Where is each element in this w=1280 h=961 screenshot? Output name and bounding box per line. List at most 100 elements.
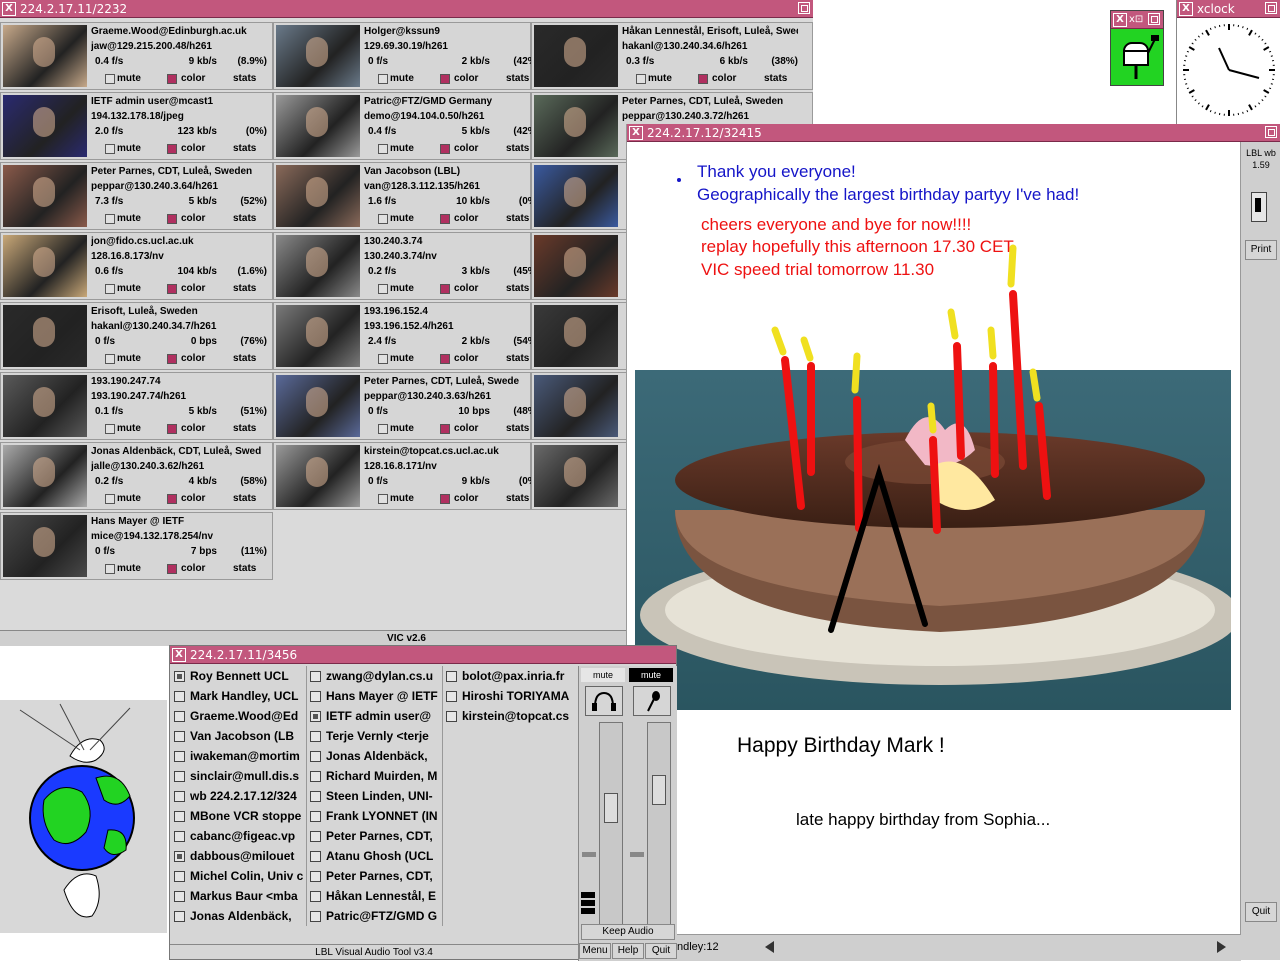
stats-button[interactable]: stats bbox=[233, 563, 256, 574]
video-thumbnail[interactable] bbox=[3, 375, 87, 437]
help-button[interactable]: Help bbox=[612, 943, 644, 959]
video-thumbnail[interactable] bbox=[276, 305, 360, 367]
color-label[interactable]: color bbox=[454, 73, 478, 84]
mute-checkbox[interactable] bbox=[378, 74, 388, 84]
video-thumbnail[interactable] bbox=[534, 165, 618, 227]
stats-button[interactable]: stats bbox=[506, 283, 529, 294]
mute-label[interactable]: mute bbox=[117, 143, 141, 154]
video-thumbnail[interactable] bbox=[3, 515, 87, 577]
mute-checkbox[interactable] bbox=[378, 354, 388, 364]
participant-row[interactable]: Graeme.Wood@Ed bbox=[170, 706, 306, 726]
participant-row[interactable]: iwakeman@mortim bbox=[170, 746, 306, 766]
speaker-mute-button[interactable]: mute bbox=[581, 668, 625, 682]
maximize-icon[interactable] bbox=[1265, 2, 1277, 14]
participant-checkbox[interactable] bbox=[310, 791, 321, 802]
color-checkbox[interactable] bbox=[167, 354, 177, 364]
stats-button[interactable]: stats bbox=[506, 353, 529, 364]
stats-button[interactable]: stats bbox=[506, 213, 529, 224]
video-thumbnail[interactable] bbox=[276, 375, 360, 437]
video-thumbnail[interactable] bbox=[276, 235, 360, 297]
participant-row[interactable]: Michel Colin, Univ c bbox=[170, 866, 306, 886]
stats-button[interactable]: stats bbox=[233, 73, 256, 84]
participant-checkbox[interactable] bbox=[174, 691, 185, 702]
mute-label[interactable]: mute bbox=[117, 423, 141, 434]
mic-volume-slider[interactable] bbox=[647, 722, 671, 932]
stats-button[interactable]: stats bbox=[233, 143, 256, 154]
color-checkbox[interactable] bbox=[440, 424, 450, 434]
color-label[interactable]: color bbox=[181, 283, 205, 294]
participant-checkbox[interactable] bbox=[174, 771, 185, 782]
mute-checkbox[interactable] bbox=[105, 284, 115, 294]
participant-checkbox[interactable] bbox=[310, 871, 321, 882]
vic-source-tile[interactable]: 193.196.152.4193.196.152.4/h2612.4 f/s2 … bbox=[273, 302, 531, 370]
participant-row[interactable]: Håkan Lennestål, E bbox=[306, 886, 442, 906]
color-label[interactable]: color bbox=[181, 423, 205, 434]
color-label[interactable]: color bbox=[181, 213, 205, 224]
color-label[interactable]: color bbox=[181, 73, 205, 84]
participant-checkbox[interactable] bbox=[310, 731, 321, 742]
video-thumbnail[interactable] bbox=[3, 445, 87, 507]
speaker-volume-slider[interactable] bbox=[599, 722, 623, 932]
participant-checkbox[interactable] bbox=[174, 911, 185, 922]
mute-checkbox[interactable] bbox=[105, 354, 115, 364]
vic-source-tile[interactable]: Holger@kssun9129.69.30.19/h2610 f/s2 kb/… bbox=[273, 22, 531, 90]
participant-row[interactable]: Jonas Aldenbäck, bbox=[306, 746, 442, 766]
participant-checkbox[interactable] bbox=[310, 851, 321, 862]
maximize-icon[interactable] bbox=[798, 2, 810, 14]
video-thumbnail[interactable] bbox=[276, 445, 360, 507]
color-checkbox[interactable] bbox=[167, 214, 177, 224]
window-menu-icon[interactable]: X bbox=[2, 2, 16, 16]
participant-row[interactable]: zwang@dylan.cs.u bbox=[306, 666, 442, 686]
mute-checkbox[interactable] bbox=[636, 74, 646, 84]
maximize-icon[interactable] bbox=[1265, 126, 1277, 138]
stats-button[interactable]: stats bbox=[506, 493, 529, 504]
color-label[interactable]: color bbox=[454, 143, 478, 154]
color-label[interactable]: color bbox=[454, 353, 478, 364]
participant-row[interactable]: Roy Bennett UCL bbox=[170, 666, 306, 686]
mute-checkbox[interactable] bbox=[105, 494, 115, 504]
window-menu-icon[interactable]: X bbox=[629, 126, 643, 140]
mute-checkbox[interactable] bbox=[105, 564, 115, 574]
mute-label[interactable]: mute bbox=[648, 73, 672, 84]
participant-checkbox[interactable] bbox=[310, 771, 321, 782]
participant-row[interactable]: wb 224.2.17.12/324 bbox=[170, 786, 306, 806]
vic-source-tile[interactable]: 130.240.3.74130.240.3.74/nv0.2 f/s3 kb/s… bbox=[273, 232, 531, 300]
vic-source-tile[interactable]: Jonas Aldenbäck, CDT, Luleå, Swedjalle@1… bbox=[0, 442, 273, 510]
mute-checkbox[interactable] bbox=[105, 214, 115, 224]
color-checkbox[interactable] bbox=[440, 494, 450, 504]
mute-checkbox[interactable] bbox=[378, 284, 388, 294]
color-label[interactable]: color bbox=[181, 493, 205, 504]
participant-row[interactable]: MBone VCR stoppe bbox=[170, 806, 306, 826]
participant-checkbox[interactable] bbox=[310, 751, 321, 762]
participant-row[interactable]: cabanc@figeac.vp bbox=[170, 826, 306, 846]
vic-source-tile[interactable]: Peter Parnes, CDT, Luleå, Swedepeppar@13… bbox=[273, 372, 531, 440]
maximize-icon[interactable] bbox=[1148, 13, 1160, 25]
mute-checkbox[interactable] bbox=[378, 144, 388, 154]
video-thumbnail[interactable] bbox=[3, 95, 87, 157]
stats-button[interactable]: stats bbox=[233, 423, 256, 434]
vic-source-tile[interactable]: jon@fido.cs.ucl.ac.uk128.16.8.173/nv0.6 … bbox=[0, 232, 273, 300]
participant-row[interactable]: Hans Mayer @ IETF bbox=[306, 686, 442, 706]
scroll-right-arrow-icon[interactable] bbox=[1217, 941, 1226, 953]
participant-checkbox[interactable] bbox=[446, 691, 457, 702]
color-checkbox[interactable] bbox=[167, 144, 177, 154]
vic-titlebar[interactable]: X 224.2.17.11/2232 bbox=[0, 0, 813, 18]
vat-titlebar[interactable]: X 224.2.17.11/3456 bbox=[170, 646, 676, 664]
color-label[interactable]: color bbox=[454, 493, 478, 504]
participant-checkbox[interactable] bbox=[174, 871, 185, 882]
participant-checkbox[interactable] bbox=[310, 711, 321, 722]
video-thumbnail[interactable] bbox=[534, 445, 618, 507]
color-checkbox[interactable] bbox=[167, 564, 177, 574]
mute-checkbox[interactable] bbox=[105, 424, 115, 434]
mute-checkbox[interactable] bbox=[378, 424, 388, 434]
headphones-icon[interactable] bbox=[585, 686, 623, 716]
window-menu-icon[interactable]: X bbox=[172, 648, 186, 662]
video-thumbnail[interactable] bbox=[534, 235, 618, 297]
mute-checkbox[interactable] bbox=[378, 214, 388, 224]
stats-button[interactable]: stats bbox=[233, 213, 256, 224]
window-menu-icon[interactable]: X bbox=[1113, 13, 1127, 27]
color-checkbox[interactable] bbox=[440, 214, 450, 224]
mute-label[interactable]: mute bbox=[390, 423, 414, 434]
mute-label[interactable]: mute bbox=[117, 283, 141, 294]
participant-checkbox[interactable] bbox=[310, 811, 321, 822]
